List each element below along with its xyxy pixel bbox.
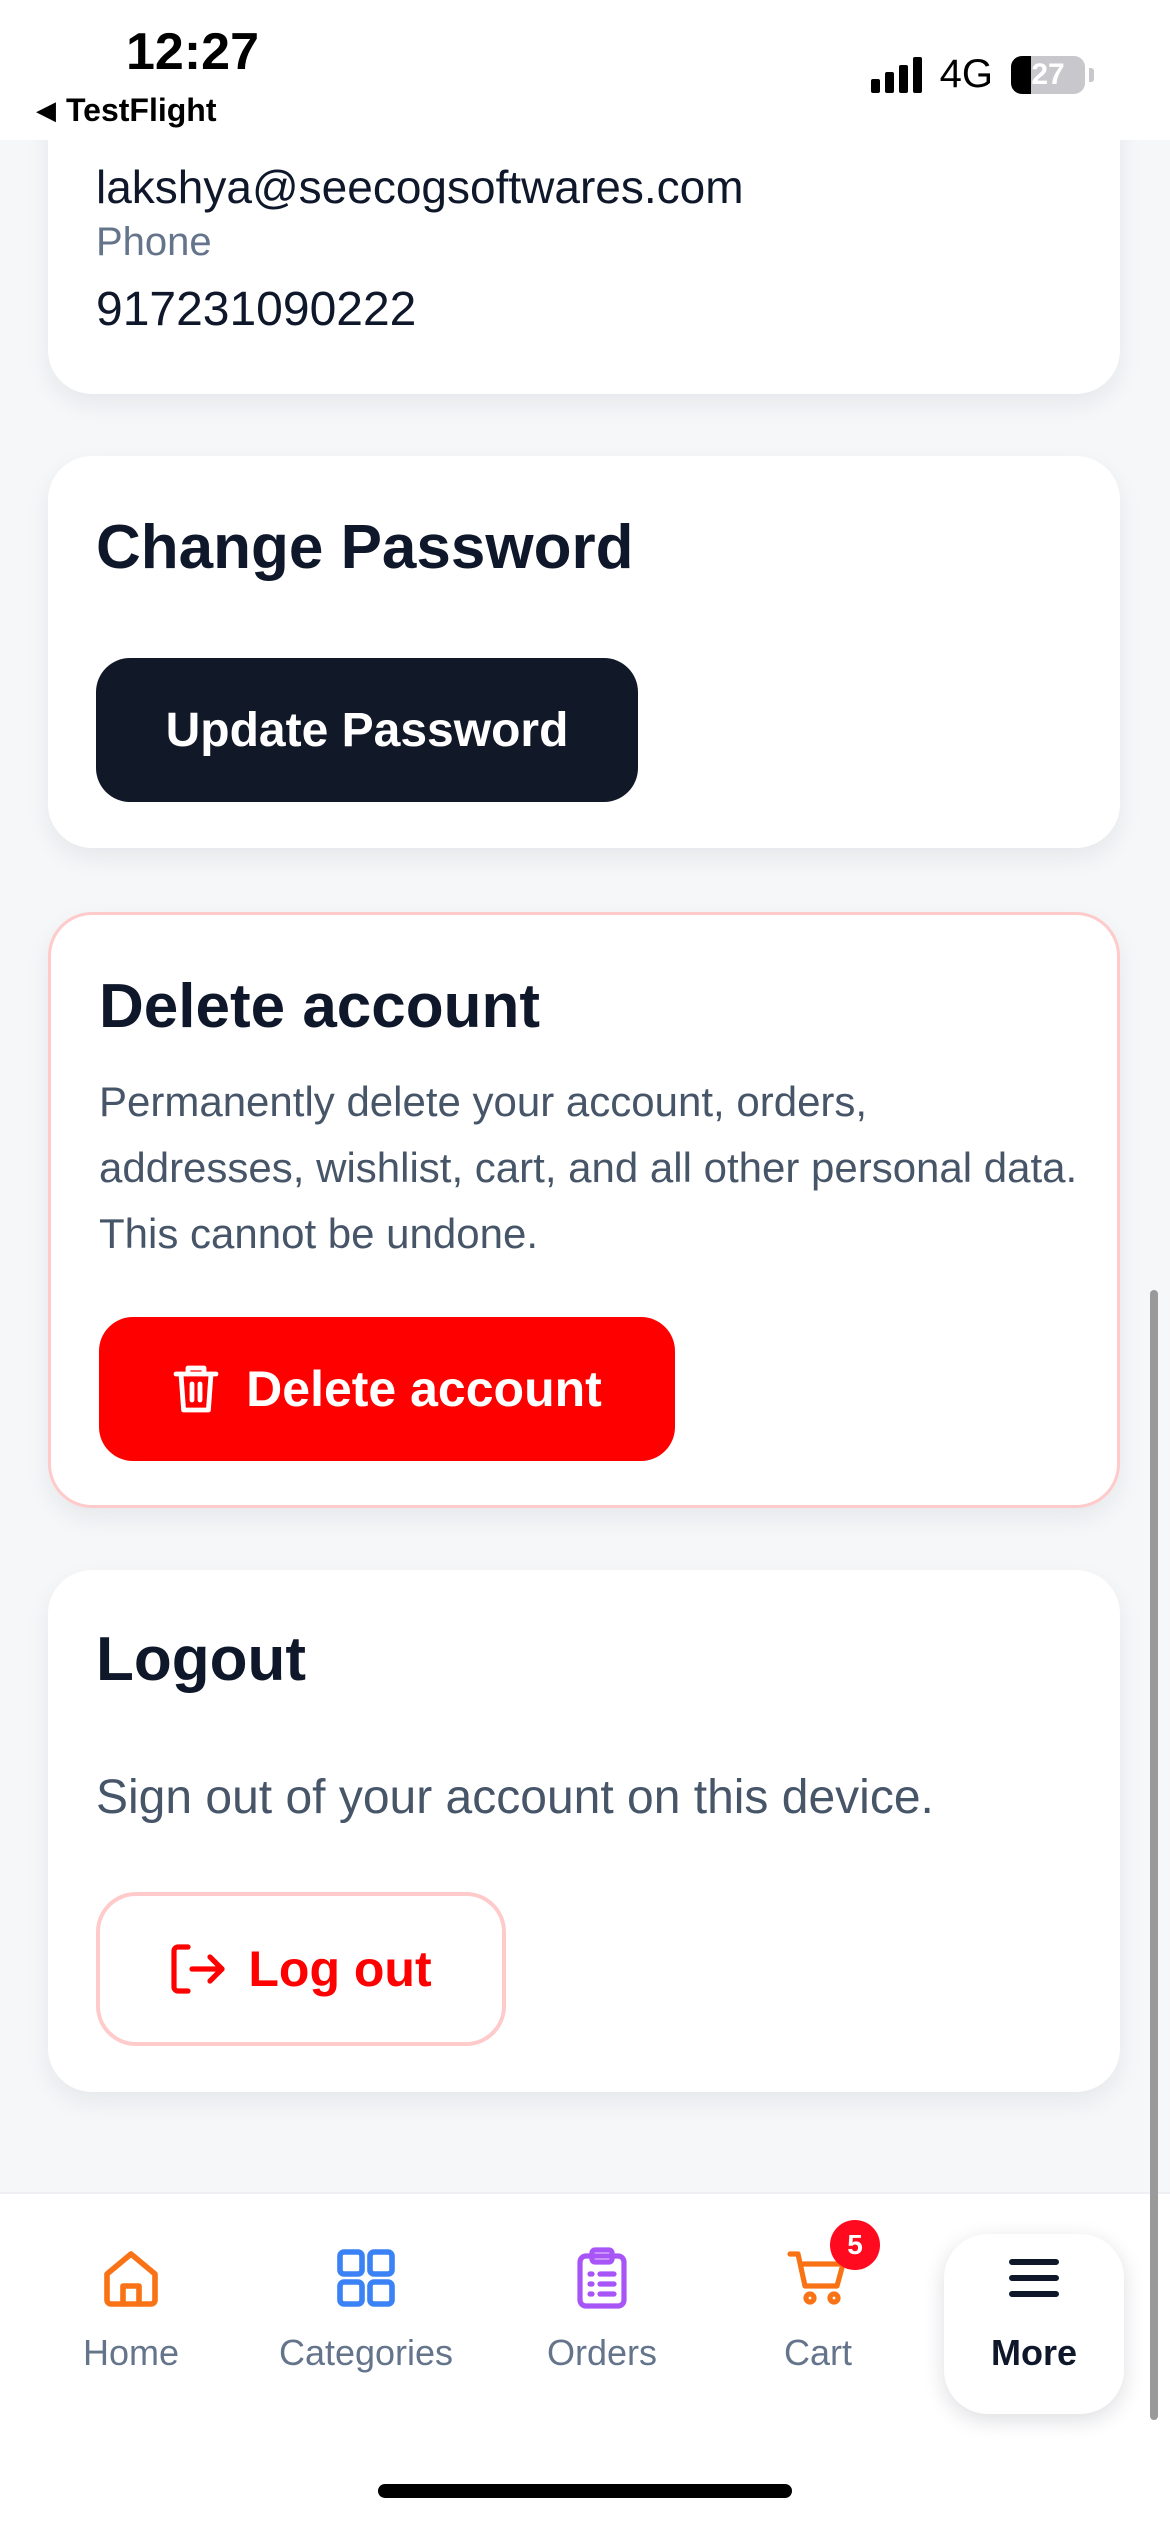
nav-item-orders[interactable]: Orders [502,2234,702,2414]
nav-item-more[interactable]: More [944,2234,1124,2414]
delete-account-button[interactable]: Delete account [99,1317,675,1461]
nav-label-home: Home [82,2332,180,2373]
change-password-card: Change Password Update Password [48,456,1120,848]
signal-icon [870,56,922,93]
scrollbar[interactable] [1150,1290,1158,2420]
home-indicator[interactable] [378,2484,792,2498]
logout-title: Logout [96,1625,307,1694]
logout-description: Sign out of your account on this device. [96,1771,934,1824]
clipboard-icon [577,2247,627,2309]
status-bar: 12:27 ◀ TestFlight 4G 27 [0,0,1170,140]
logout-button[interactable]: Log out [96,1892,506,2046]
update-password-button[interactable]: Update Password [96,658,638,802]
home-icon [104,2251,158,2307]
nav-label-cart: Cart [783,2332,852,2373]
back-app-label: TestFlight [66,92,217,128]
change-password-title: Change Password [96,513,634,582]
nav-label-more: More [990,2332,1077,2373]
battery-percent: 27 [1031,57,1065,91]
status-time: 12:27 [126,23,259,81]
nav-label-categories: Categories [278,2332,454,2373]
delete-account-card: Delete account Permanently delete your a… [48,912,1120,1508]
nav-item-home[interactable]: Home [31,2234,231,2414]
trash-icon [173,1365,219,1413]
logout-button-label: Log out [248,1941,432,1997]
phone-value: 917231090222 [96,283,417,336]
back-to-app-link[interactable]: ◀ TestFlight [36,92,217,129]
network-type: 4G [939,52,993,96]
nav-label-orders: Orders [546,2332,658,2373]
email-value: lakshya@seecogsoftwares.com [96,161,744,213]
cart-badge: 5 [830,2220,880,2270]
nav-item-cart[interactable]: 5 Cart [718,2220,918,2414]
bottom-nav: Home Categories Orders 5 Cart More [0,2192,1170,2532]
battery-fill [1011,55,1031,94]
delete-account-title: Delete account [99,972,541,1041]
cart-icon-wrap: 5 [786,2220,880,2310]
phone-label: Phone [96,220,212,264]
menu-icon [1009,2259,1059,2297]
battery-icon: 27 [1011,55,1085,94]
grid-icon [337,2249,395,2307]
logout-icon [171,1944,225,1994]
logout-card: Logout Sign out of your account on this … [48,1570,1120,2092]
battery-cap [1089,67,1094,82]
status-indicators: 4G 27 [870,52,1094,97]
nav-item-categories[interactable]: Categories [266,2234,466,2414]
delete-account-description: Permanently delete your account, orders,… [99,1078,1078,1257]
back-arrow-icon: ◀ [36,95,56,125]
delete-account-button-label: Delete account [246,1361,602,1417]
